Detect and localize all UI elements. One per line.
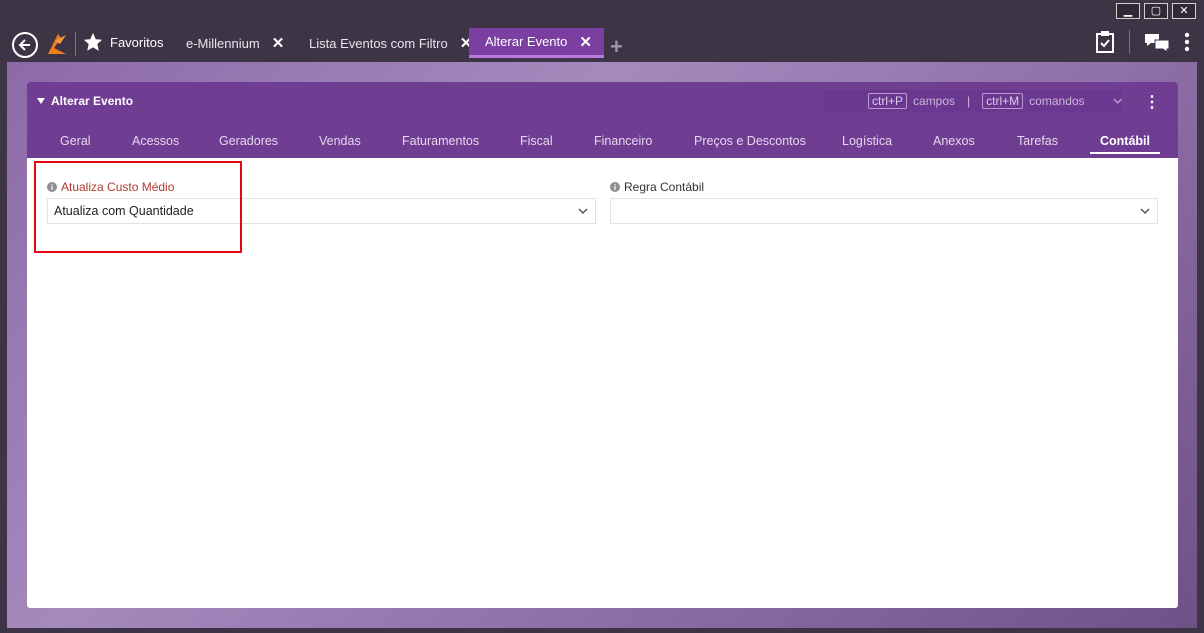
close-icon[interactable]: ✕	[579, 33, 592, 51]
panel-more-icon[interactable]: ⋮	[1144, 92, 1160, 112]
tab-financeiro[interactable]: Financeiro	[594, 134, 652, 148]
more-vertical-icon[interactable]	[1184, 32, 1190, 52]
tab-geral[interactable]: Geral	[60, 134, 91, 148]
clipboard-check-icon[interactable]	[1095, 30, 1115, 54]
campos-shortcut-key: ctrl+P	[868, 93, 908, 109]
tab-label: Alterar Evento	[485, 34, 568, 49]
panel-title-text: Alterar Evento	[51, 94, 134, 108]
back-arrow-icon	[18, 39, 30, 51]
comandos-label: comandos	[1029, 94, 1085, 108]
tab-precos-descontos[interactable]: Preços e Descontos	[694, 134, 806, 148]
tab-label: Lista Eventos com Filtro	[309, 35, 448, 51]
highlight-box	[34, 161, 242, 253]
tab-acessos[interactable]: Acessos	[132, 134, 179, 148]
close-icon[interactable]: ✕	[272, 34, 285, 52]
chevron-down-icon	[1140, 208, 1150, 215]
topbar-divider	[1129, 30, 1130, 54]
top-bar: Favoritos e-Millennium ✕ Lista Eventos c…	[0, 24, 1204, 62]
collapse-triangle-icon	[37, 98, 45, 104]
chevron-down-icon	[578, 208, 588, 215]
favorites-button[interactable]: Favoritos	[82, 31, 163, 53]
regra-contabil-label: i Regra Contábil	[610, 180, 704, 194]
chat-icon[interactable]	[1144, 32, 1170, 52]
comandos-shortcut-key: ctrl+M	[982, 93, 1024, 109]
tab-geradores[interactable]: Geradores	[219, 134, 278, 148]
star-icon	[83, 32, 103, 51]
tab-anexos[interactable]: Anexos	[933, 134, 975, 148]
tab-contabil[interactable]: Contábil	[1090, 134, 1160, 154]
command-shortcuts-bar[interactable]: ctrl+P campos | ctrl+M comandos	[824, 90, 1122, 112]
info-icon[interactable]: i	[610, 182, 620, 192]
tab-tarefas[interactable]: Tarefas	[1017, 134, 1058, 148]
topbar-divider	[75, 32, 76, 56]
tab-lista-eventos[interactable]: Lista Eventos com Filtro ✕	[309, 28, 472, 58]
tab-faturamentos[interactable]: Faturamentos	[402, 134, 479, 148]
logo-icon[interactable]	[46, 32, 68, 56]
back-button[interactable]	[12, 32, 38, 58]
tab-e-millennium[interactable]: e-Millennium ✕	[186, 28, 284, 58]
panel-title[interactable]: Alterar Evento	[37, 94, 133, 108]
favorites-label: Favoritos	[110, 34, 164, 50]
panel-header: Alterar Evento ctrl+P campos | ctrl+M co…	[27, 82, 1178, 158]
tab-vendas[interactable]: Vendas	[319, 134, 361, 148]
regra-contabil-label-text: Regra Contábil	[624, 180, 705, 194]
chevron-down-icon	[1112, 98, 1122, 104]
topbar-right-icons	[1095, 30, 1190, 54]
tab-fiscal[interactable]: Fiscal	[520, 134, 553, 148]
tab-logistica[interactable]: Logística	[842, 134, 892, 148]
campos-label: campos	[913, 94, 956, 108]
window-controls: ▁ ▢ ✕	[1116, 3, 1196, 19]
tab-alterar-evento[interactable]: Alterar Evento ✕	[469, 28, 604, 58]
close-window-button[interactable]: ✕	[1172, 3, 1196, 19]
tab-label: e-Millennium	[186, 35, 260, 51]
maximize-button[interactable]: ▢	[1144, 3, 1168, 19]
regra-contabil-select[interactable]	[610, 198, 1158, 224]
shortcut-separator: |	[967, 94, 971, 108]
panel-tabs: Geral Acessos Geradores Vendas Faturamen…	[27, 134, 1178, 158]
new-tab-plus-icon[interactable]: +	[610, 34, 623, 60]
minimize-button[interactable]: ▁	[1116, 3, 1140, 19]
